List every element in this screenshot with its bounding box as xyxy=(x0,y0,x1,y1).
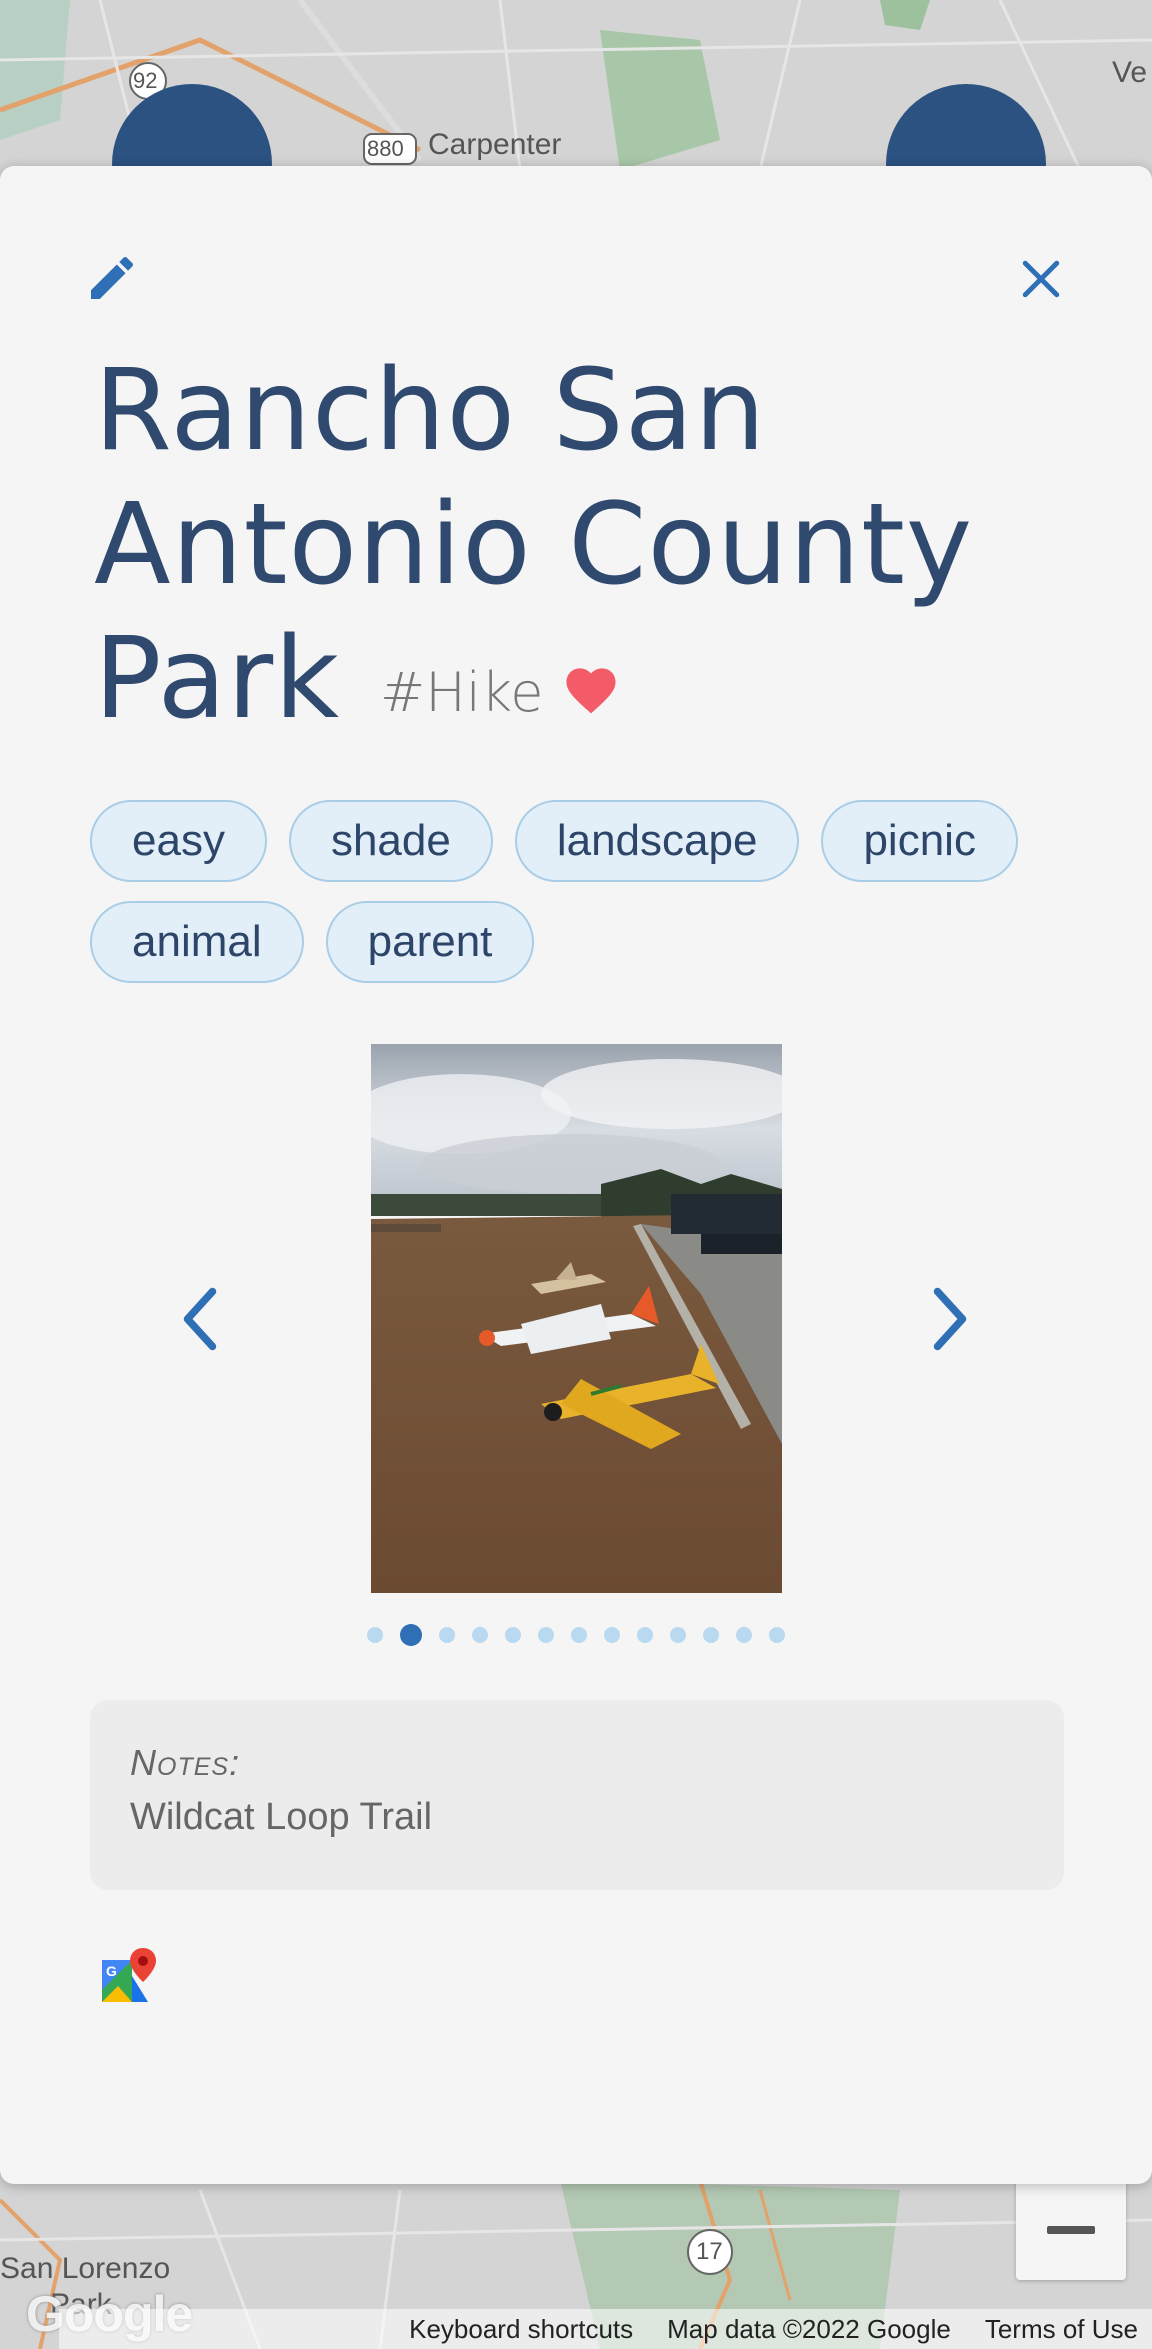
keyboard-shortcuts-link[interactable]: Keyboard shortcuts xyxy=(409,2314,633,2345)
place-title-block: Rancho San Antonio County Park #Hike xyxy=(94,344,1094,760)
route-shield-880: 880 xyxy=(367,136,404,161)
carousel-pagination xyxy=(0,1624,1152,1646)
carousel-dot[interactable] xyxy=(769,1627,785,1643)
carousel-dot-active[interactable] xyxy=(400,1624,422,1646)
chip-animal[interactable]: animal xyxy=(90,901,304,983)
heart-icon[interactable] xyxy=(561,661,621,715)
map-label-ve: Ve xyxy=(1112,56,1148,89)
terms-of-use-link[interactable]: Terms of Use xyxy=(985,2314,1138,2345)
chip-parent[interactable]: parent xyxy=(325,901,535,983)
minus-icon xyxy=(1047,2226,1095,2234)
carousel-dot[interactable] xyxy=(604,1627,620,1643)
zoom-out-button[interactable] xyxy=(1016,2180,1126,2280)
route-shield-92: 92 xyxy=(133,68,158,93)
photo-carousel xyxy=(0,1044,1152,1594)
route-shield-17: 17 xyxy=(696,2238,723,2265)
carousel-dot[interactable] xyxy=(736,1627,752,1643)
notes-label: Notes: xyxy=(130,1742,241,1783)
notes-text: Wildcat Loop Trail xyxy=(130,1796,433,1838)
carousel-dot[interactable] xyxy=(703,1627,719,1643)
carousel-dot[interactable] xyxy=(571,1627,587,1643)
map-label-carpenter: Carpenter xyxy=(428,128,562,161)
edit-pencil-icon[interactable] xyxy=(84,250,140,306)
close-icon[interactable] xyxy=(1014,252,1068,306)
svg-text:G: G xyxy=(106,1963,117,1979)
google-maps-icon[interactable]: G xyxy=(98,1946,160,2004)
place-photo[interactable] xyxy=(371,1044,782,1593)
carousel-dot[interactable] xyxy=(538,1627,554,1643)
map-footer: Keyboard shortcuts Map data ©2022 Google… xyxy=(59,2309,1152,2349)
carousel-dot[interactable] xyxy=(637,1627,653,1643)
chip-easy[interactable]: easy xyxy=(90,800,267,882)
notes-panel: Notes: Wildcat Loop Trail xyxy=(90,1700,1064,1890)
map-data-text: Map data ©2022 Google xyxy=(667,2313,951,2344)
category-tag[interactable]: #Hike xyxy=(380,661,543,724)
carousel-dot[interactable] xyxy=(670,1627,686,1643)
chevron-right-icon[interactable] xyxy=(920,1284,980,1354)
chip-landscape[interactable]: landscape xyxy=(514,800,800,882)
chip-shade[interactable]: shade xyxy=(288,800,493,882)
chip-picnic[interactable]: picnic xyxy=(821,800,1018,882)
carousel-dot[interactable] xyxy=(367,1627,383,1643)
chevron-left-icon[interactable] xyxy=(170,1284,230,1354)
map-label-san-lorenzo: San Lorenzo xyxy=(0,2252,171,2285)
carousel-dot[interactable] xyxy=(439,1627,455,1643)
carousel-dot[interactable] xyxy=(472,1627,488,1643)
carousel-dot[interactable] xyxy=(505,1627,521,1643)
tag-chip-list: easy shade landscape picnic animal paren… xyxy=(90,800,1090,983)
